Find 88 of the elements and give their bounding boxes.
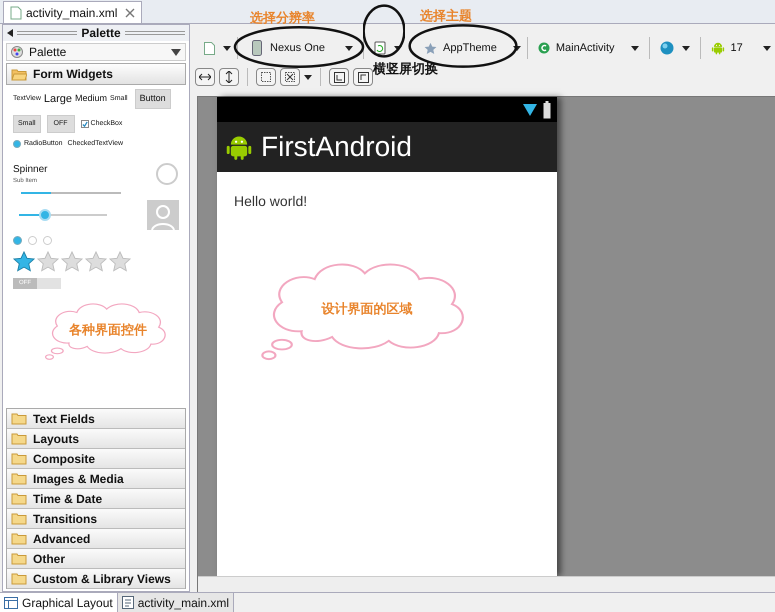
globe-icon [660,41,674,55]
palette-category[interactable]: Other [7,549,185,569]
rotate-icon [374,41,386,55]
progress-spinner-icon [155,162,179,186]
width-icon [199,73,211,81]
palette-category[interactable]: Images & Media [7,469,185,489]
annotation-label: 选择分辨率 [250,9,315,27]
folder-icon [11,532,27,545]
editor-page-tab[interactable]: activity_main.xml [118,593,234,612]
zoom-fit-button[interactable] [280,68,300,86]
star-icon [61,250,83,272]
selection-icon [261,72,271,82]
text-view-sample[interactable]: Large [44,90,72,108]
xml-file-icon [10,6,22,20]
text-view-sample[interactable]: Medium [75,92,108,106]
caret-icon [512,46,521,50]
layout-icon [358,72,368,82]
annotation-label: 设计界面的区域 [322,300,412,318]
collapse-icon[interactable] [7,29,13,37]
expand-icon [285,72,295,82]
caret-icon [630,46,639,50]
class-icon [538,42,550,54]
star-icon [109,250,131,272]
folder-icon [11,412,27,425]
seek-bar-thumb[interactable] [39,208,52,220]
star-icon [37,250,59,272]
layout-icon [334,72,344,82]
palette-category[interactable]: Advanced [7,529,185,549]
button-sample[interactable]: Button [134,89,171,109]
radio-button[interactable] [43,236,52,244]
signal-icon [523,102,537,116]
editor-tab[interactable]: activity_main.xml [3,1,142,23]
folder-icon [11,512,27,525]
palette-category[interactable]: Layouts [7,429,185,449]
spinner-title[interactable]: Spinner [13,162,48,176]
palette-category[interactable]: Form Widgets [7,64,185,84]
radio-button[interactable] [13,140,21,148]
caret-icon [682,46,690,50]
palette-category[interactable]: Composite [7,449,185,469]
folder-icon [11,492,27,505]
api-level-dropdown[interactable]: 17 [706,40,775,56]
layout-button[interactable] [329,68,349,86]
layout-file-dropdown[interactable] [204,42,231,54]
fit-width-button[interactable] [195,68,215,86]
folder-icon [11,472,27,485]
image-placeholder-icon [147,200,179,230]
annotation-label: 各种界面控件 [69,320,147,339]
layout-button[interactable] [353,68,373,86]
checkbox[interactable] [80,120,89,128]
fit-height-button[interactable] [219,68,239,86]
file-icon [204,42,215,54]
app-title: FirstAndroid [261,130,412,164]
hello-text: Hello world! [234,193,308,209]
editor-page-tab[interactable]: Graphical Layout [0,593,118,612]
folder-icon [11,452,27,465]
xml-file-icon [122,596,134,609]
theme-dropdown[interactable]: AppTheme [416,40,521,56]
caret-icon [223,46,231,50]
android-icon [710,41,725,55]
layout-icon [4,596,18,608]
folder-icon [11,552,27,565]
palette-category[interactable]: Transitions [7,509,185,529]
panel-title: Palette [81,25,121,42]
close-icon[interactable] [125,8,136,18]
star-icon [13,250,35,272]
annotation-label: 选择主题 [420,7,472,25]
height-icon [225,71,233,83]
annotation-label: 横竖屏切换 [373,59,438,78]
caret-icon [304,74,312,80]
folder-icon [11,432,27,445]
radio-button[interactable] [13,236,22,244]
radio-button[interactable] [28,236,37,244]
dropdown-icon [171,48,181,56]
folder-icon [11,572,27,585]
palette-category[interactable]: Time & Date [7,489,185,509]
caret-icon [762,46,771,50]
phone-icon [252,40,262,56]
activity-dropdown[interactable]: MainActivity [534,40,643,56]
palette-category[interactable]: Text Fields [7,409,185,429]
palette-selector[interactable]: Palette [6,43,186,61]
palette-category[interactable]: Custom & Library Views [7,569,185,589]
palette-icon [11,46,23,58]
caret-icon [345,46,354,50]
battery-icon [543,100,551,118]
select-button[interactable] [256,68,276,86]
folder-icon [11,68,27,80]
star-icon [85,250,107,272]
star-icon [424,42,438,54]
